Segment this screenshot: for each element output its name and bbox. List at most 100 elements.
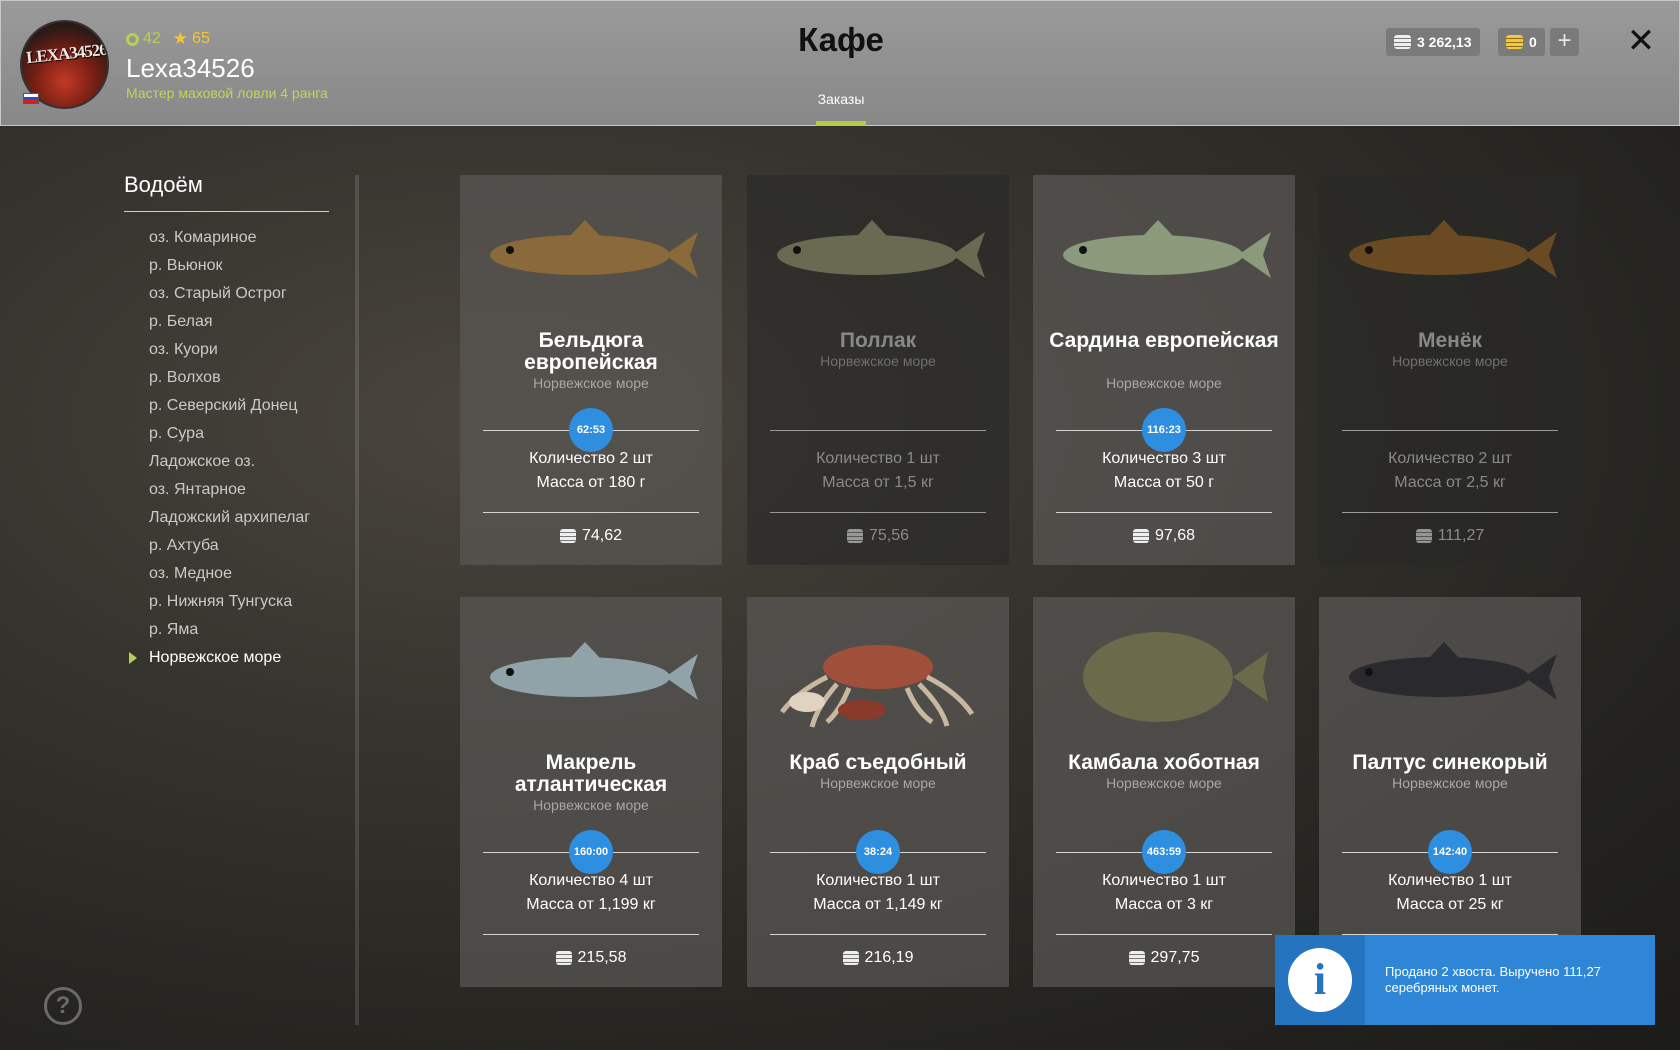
card-mass: Масса от 25 кг	[1396, 896, 1504, 913]
sidebar-item[interactable]: оз. Старый Острог	[124, 282, 344, 310]
sidebar-item[interactable]: р. Сура	[124, 422, 344, 450]
order-card[interactable]: Менёк Норвежское море Количество 2 шт Масса…	[1319, 175, 1581, 565]
flounder-image	[1053, 622, 1275, 732]
timer-badge: 142:40	[1428, 830, 1472, 874]
card-divider	[1342, 430, 1558, 431]
card-requirements: Количество 4 шт Масса от 1,199 кг	[470, 869, 712, 917]
card-name: Краб съедобный	[789, 751, 967, 774]
card-price-value: 216,19	[864, 949, 914, 966]
sidebar-item[interactable]: р. Белая	[124, 310, 344, 338]
silver-coin-icon	[1415, 529, 1432, 543]
silver-value: 3 262,13	[1417, 34, 1472, 50]
silver-coin-icon	[559, 529, 576, 543]
pollack-image	[767, 200, 989, 310]
notification-toast[interactable]: i Продано 2 хвоста. Выручено 111,27 сере…	[1275, 935, 1655, 1025]
card-requirements: Количество 1 шт Масса от 1,5 кг	[757, 447, 999, 495]
sidebar-item[interactable]: р. Волхов	[124, 366, 344, 394]
silver-coin-icon	[846, 529, 863, 543]
sidebar-item-label: оз. Медное	[149, 565, 232, 582]
order-card[interactable]: Камбала хоботная Норвежское море 463:59 Кол…	[1033, 597, 1295, 987]
card-location: Норвежское море	[1106, 375, 1222, 391]
mackerel-image	[480, 622, 702, 732]
sidebar-item-label: р. Сура	[149, 425, 204, 442]
card-mass: Масса от 1,199 кг	[526, 896, 656, 913]
sidebar-item-label: р. Волхов	[149, 369, 221, 386]
sidebar-item[interactable]: р. Яма	[124, 618, 344, 646]
card-divider	[483, 934, 699, 935]
silver-coin-icon	[555, 951, 572, 965]
sardine-image	[1053, 200, 1275, 310]
card-name: Палтус синекорый	[1352, 751, 1548, 774]
card-requirements: Количество 2 шт Масса от 180 г	[470, 447, 712, 495]
sidebar-item-label: р. Яма	[149, 621, 199, 638]
rank-title: Мастер маховой ловли 4 ранга	[126, 85, 328, 101]
order-card[interactable]: Бельдюга европейская Норвежское море 62:53…	[460, 175, 722, 565]
sidebar-item[interactable]: оз. Куори	[124, 338, 344, 366]
card-price-value: 111,27	[1437, 527, 1485, 544]
sidebar-item[interactable]: Ладожский архипелаг	[124, 506, 344, 534]
order-card[interactable]: Сардина европейская Норвежское море 116:23…	[1033, 175, 1295, 565]
tab-active-indicator	[816, 121, 866, 126]
card-mass: Масса от 180 г	[536, 474, 646, 491]
order-card[interactable]: Поллак Норвежское море Количество 1 шт Масс…	[747, 175, 1009, 565]
card-divider	[1342, 512, 1558, 513]
tusk-image	[1339, 200, 1561, 310]
card-name: Менёк	[1417, 329, 1483, 352]
card-price: 297,75	[1043, 949, 1285, 967]
sidebar-title: Водоём	[124, 172, 203, 197]
order-card[interactable]: Палтус синекорый Норвежское море 142:40 Кол…	[1319, 597, 1581, 987]
sidebar-item[interactable]: Норвежское море	[124, 646, 344, 674]
card-name: Камбала хоботная	[1068, 751, 1260, 774]
help-button[interactable]: ?	[44, 987, 82, 1025]
add-gold-button[interactable]: +	[1550, 28, 1579, 56]
water-body-list: оз. Комариное р. Вьюнок оз. Старый Острог р…	[124, 226, 344, 674]
sidebar-item[interactable]: р. Ахтуба	[124, 534, 344, 562]
card-location: Норвежское море	[533, 797, 649, 813]
sidebar-item-label: оз. Янтарное	[149, 481, 246, 498]
card-divider	[1056, 512, 1272, 513]
card-divider	[770, 512, 986, 513]
sidebar-item-label: р. Ахтуба	[149, 537, 219, 554]
order-card[interactable]: Краб съедобный Норвежское море 38:24 Количе…	[747, 597, 1009, 987]
sidebar-item[interactable]: оз. Янтарное	[124, 478, 344, 506]
sidebar-item-label: р. Северский Донец	[149, 397, 298, 414]
sidebar-item-label: р. Вьюнок	[149, 257, 223, 274]
silver-coin-icon	[842, 951, 859, 965]
card-location: Норвежское море	[533, 375, 649, 391]
sidebar-item[interactable]: оз. Комариное	[124, 226, 344, 254]
crab-image	[767, 622, 989, 732]
card-requirements: Количество 3 шт Масса от 50 г	[1043, 447, 1285, 495]
sidebar-item[interactable]: Ладожское оз.	[124, 450, 344, 478]
silver-coin-icon	[1394, 35, 1411, 49]
card-name: Бельдюга европейская	[524, 329, 658, 374]
sidebar-item-label: Ладожское оз.	[149, 453, 256, 470]
notification-icon-box: i	[1275, 935, 1365, 1025]
sidebar-item[interactable]: р. Нижняя Тунгуска	[124, 590, 344, 618]
card-price: 216,19	[757, 949, 999, 967]
silver-coin-icon	[1132, 529, 1149, 543]
eelpout-image	[480, 200, 702, 310]
card-quantity: Количество 3 шт	[1102, 450, 1226, 467]
card-name: Поллак	[839, 329, 917, 352]
card-requirements: Количество 1 шт Масса от 1,149 кг	[757, 869, 999, 917]
timer-badge: 116:23	[1142, 408, 1186, 452]
card-price: 215,58	[470, 949, 712, 967]
silver-balance: 3 262,13	[1386, 28, 1480, 56]
card-divider	[770, 430, 986, 431]
sidebar-item[interactable]: р. Северский Донец	[124, 394, 344, 422]
order-card[interactable]: Макрель атлантическая Норвежское море 160:…	[460, 597, 722, 987]
gold-coin-icon	[1506, 35, 1523, 49]
close-button[interactable]: ✕	[1624, 21, 1658, 61]
sidebar-scrollbar[interactable]	[355, 175, 359, 1025]
card-quantity: Количество 1 шт	[816, 872, 940, 889]
sidebar-item[interactable]: р. Вьюнок	[124, 254, 344, 282]
top-bar: LEXA34526 42 ★ 65 Lexa34526 Мастер махов…	[0, 0, 1680, 126]
timer-badge: 160:00	[569, 830, 613, 874]
tab-orders[interactable]: Заказы	[811, 91, 871, 107]
notification-text: Продано 2 хвоста. Выручено 111,27 серебр…	[1385, 964, 1601, 995]
russia-flag-icon	[23, 93, 39, 104]
sidebar-item[interactable]: оз. Медное	[124, 562, 344, 590]
sidebar-item-label: оз. Куори	[149, 341, 218, 358]
halibut-image	[1339, 622, 1561, 732]
card-mass: Масса от 1,149 кг	[813, 896, 943, 913]
